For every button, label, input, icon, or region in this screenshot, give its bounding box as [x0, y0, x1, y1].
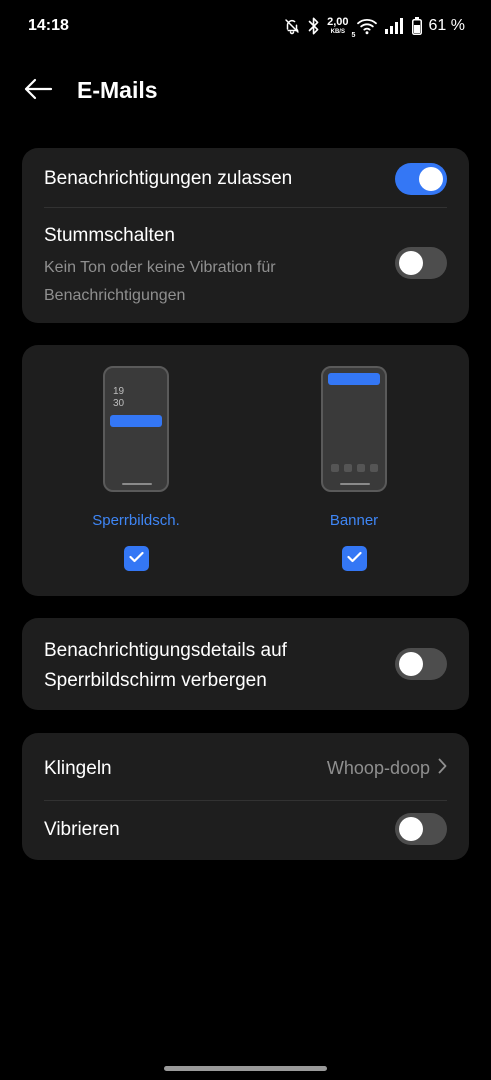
preview-clock-hour: 19: [113, 386, 125, 397]
mute-description-line1: Kein Ton oder keine Vibration für: [44, 259, 276, 276]
allow-notifications-toggle[interactable]: [395, 163, 447, 195]
signal-icon: [384, 18, 405, 34]
lockscreen-style-option[interactable]: 19 30 Sperrbildsch.: [56, 345, 216, 596]
checkmark-icon: [347, 550, 362, 568]
chevron-right-icon: [438, 758, 447, 779]
toggle-knob: [399, 251, 423, 275]
mute-row[interactable]: Stummschalten Kein Ton oder keine Vibrat…: [22, 208, 469, 323]
ringtone-label: Klingeln: [44, 758, 112, 779]
preview-banner-bar: [328, 373, 380, 385]
status-bar: 14:18 2,00 KB/S 5 61 %: [0, 0, 491, 54]
lockscreen-checkbox[interactable]: [124, 546, 149, 571]
bluetooth-icon: [308, 17, 320, 35]
vibrate-label: Vibrieren: [44, 819, 120, 840]
mute-description-line2: Benachrichtigungen: [44, 287, 186, 304]
net-speed-unit: KB/S: [330, 29, 345, 35]
lockscreen-details-card: Benachrichtigungsdetails auf Sperrbildsc…: [22, 618, 469, 710]
toggle-knob: [419, 167, 443, 191]
mute-toggle[interactable]: [395, 247, 447, 279]
banner-style-label: Banner: [329, 512, 379, 529]
preview-clock-minute: 30: [113, 398, 125, 409]
back-button[interactable]: [18, 74, 58, 108]
banner-style-option[interactable]: Banner: [274, 345, 434, 596]
notifications-card: Benachrichtigungen zulassen Stummschalte…: [22, 148, 469, 323]
battery-percent: 61 %: [428, 17, 465, 34]
vibrate-row[interactable]: Vibrieren: [22, 801, 469, 860]
wifi-icon: 5: [352, 17, 378, 39]
banner-checkbox[interactable]: [342, 546, 367, 571]
notification-styles-card: 19 30 Sperrbildsch. Banner: [22, 345, 469, 596]
lockscreen-style-label: Sperrbildsch.: [92, 512, 180, 529]
hide-details-label-line2: Sperrbildschirm verbergen: [44, 670, 267, 691]
preview-notification-bar: [110, 415, 162, 427]
preview-home-bar: [340, 483, 370, 485]
ringtone-value-group: Whoop-doop: [327, 758, 447, 779]
hide-details-row[interactable]: Benachrichtigungsdetails auf Sperrbildsc…: [22, 618, 469, 710]
preview-clock: 19 30: [113, 386, 124, 410]
status-time: 14:18: [28, 17, 69, 34]
allow-notifications-row[interactable]: Benachrichtigungen zulassen: [22, 148, 469, 208]
mute-label: Stummschalten: [44, 225, 175, 246]
toggle-knob: [399, 817, 423, 841]
lockscreen-preview: 19 30: [103, 366, 169, 492]
app-header: E-Mails: [0, 66, 491, 116]
preview-dock: [331, 464, 378, 472]
ringtone-value: Whoop-doop: [326, 758, 430, 778]
net-speed: 2,00 KB/S: [327, 16, 349, 36]
sound-card: Klingeln Whoop-doop Vibrieren: [22, 733, 469, 860]
page-title: E-Mails: [77, 77, 158, 103]
home-indicator[interactable]: [164, 1066, 327, 1071]
arrow-left-icon: [23, 77, 53, 106]
battery-icon: [411, 17, 422, 35]
hide-details-label-line1: Benachrichtigungsdetails auf: [44, 640, 287, 661]
bell-muted-icon: [283, 17, 301, 35]
allow-notifications-label: Benachrichtigungen zulassen: [44, 168, 293, 189]
vibrate-toggle[interactable]: [395, 813, 447, 845]
checkmark-icon: [129, 550, 144, 568]
toggle-knob: [399, 652, 423, 676]
ringtone-row[interactable]: Klingeln Whoop-doop: [22, 733, 469, 800]
net-speed-value: 2,00: [327, 16, 349, 28]
hide-details-toggle[interactable]: [395, 648, 447, 680]
network-type: 5: [351, 32, 356, 39]
banner-preview: [321, 366, 387, 492]
preview-home-bar: [122, 483, 152, 485]
status-icons: 2,00 KB/S 5 61 %: [283, 14, 465, 39]
